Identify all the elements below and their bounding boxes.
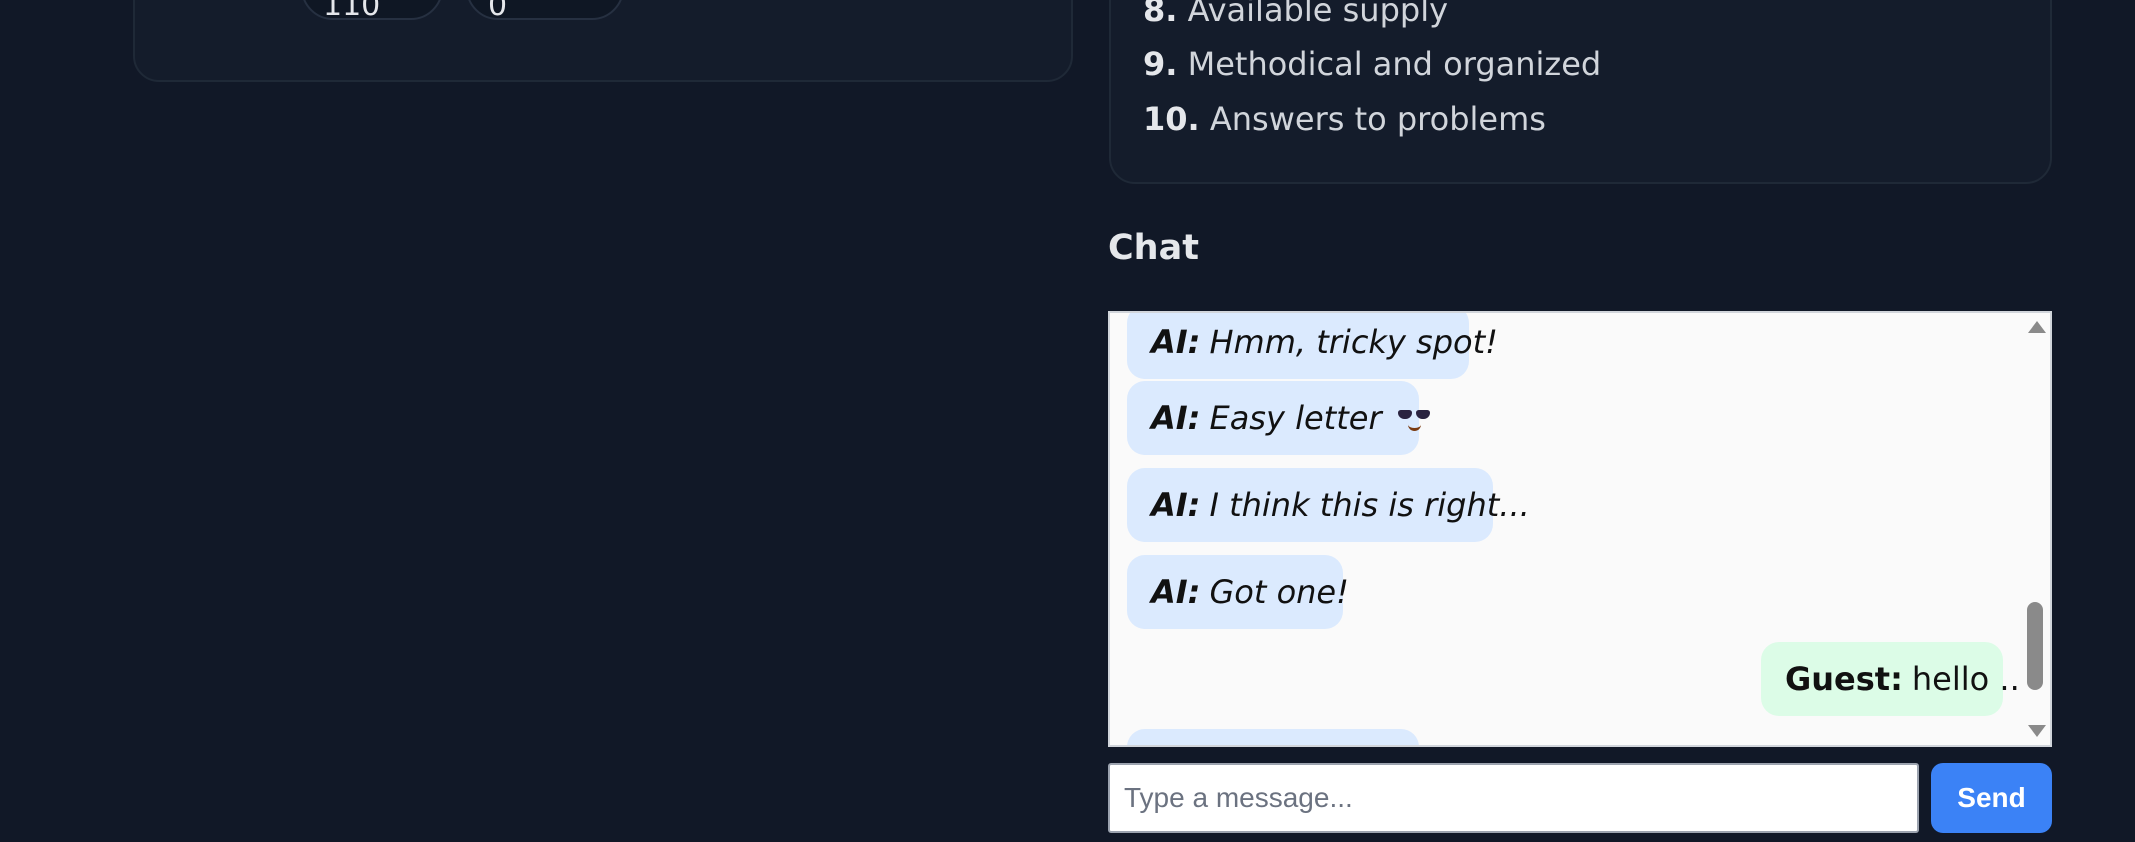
chat-heading: Chat (1108, 228, 1199, 268)
message-text: Hmm, tricky spot! (1209, 323, 1498, 361)
list-item: 10. Answers to problems (1143, 100, 1546, 138)
ai-chat-message (1127, 729, 1419, 745)
list-item-number: 10. (1143, 100, 1200, 138)
guest-score-badge: Guest: 0 (466, 0, 624, 23)
message-sender: AI: (1151, 486, 1201, 524)
message-sender: AI: (1151, 399, 1201, 437)
chat-scrollbar[interactable] (2024, 313, 2048, 745)
scoreboard-card: AI: 110 Guest: 0 (133, 0, 1073, 82)
ai-score-badge: AI: 110 (301, 0, 443, 23)
message-sender: AI: (1151, 573, 1201, 611)
chat-log[interactable]: AI: Hmm, tricky spot! AI: Easy letter AI… (1108, 311, 2052, 747)
list-item-number: 9. (1143, 45, 1178, 83)
list-item-text: Methodical and organized (1187, 45, 1602, 83)
list-item-text: Answers to problems (1209, 100, 1546, 138)
message-text: I think this is right... (1209, 486, 1530, 524)
message-sender: AI: (1151, 323, 1201, 361)
scroll-down-arrow-icon[interactable] (2028, 725, 2046, 737)
message-text: Easy letter (1209, 399, 1382, 437)
ai-chat-message: AI: Easy letter (1127, 381, 1430, 455)
ai-chat-message: AI: Hmm, tricky spot! (1127, 313, 1498, 379)
word-list-card: 8. Available supply 9. Methodical and or… (1109, 0, 2052, 184)
message-input[interactable] (1108, 763, 1919, 833)
scroll-up-arrow-icon[interactable] (2028, 321, 2046, 333)
list-item: 8. Available supply (1143, 0, 1448, 29)
message-text: Got one! (1209, 573, 1349, 611)
list-item: 9. Methodical and organized (1143, 45, 1601, 83)
ai-chat-message: AI: I think this is right... (1127, 468, 1530, 542)
message-sender: Guest: (1785, 660, 1903, 698)
message-text: hello .. (1911, 660, 2020, 698)
scrollbar-thumb[interactable] (2027, 602, 2043, 690)
ai-chat-message: AI: Got one! (1127, 555, 1349, 629)
send-button[interactable]: Send (1931, 763, 2052, 833)
game-page: AI: 110 Guest: 0 8. Available supply 9. … (0, 0, 2135, 842)
guest-chat-message: Guest: hello .. (1761, 642, 2020, 716)
list-item-number: 8. (1143, 0, 1178, 29)
list-item-text: Available supply (1187, 0, 1449, 29)
